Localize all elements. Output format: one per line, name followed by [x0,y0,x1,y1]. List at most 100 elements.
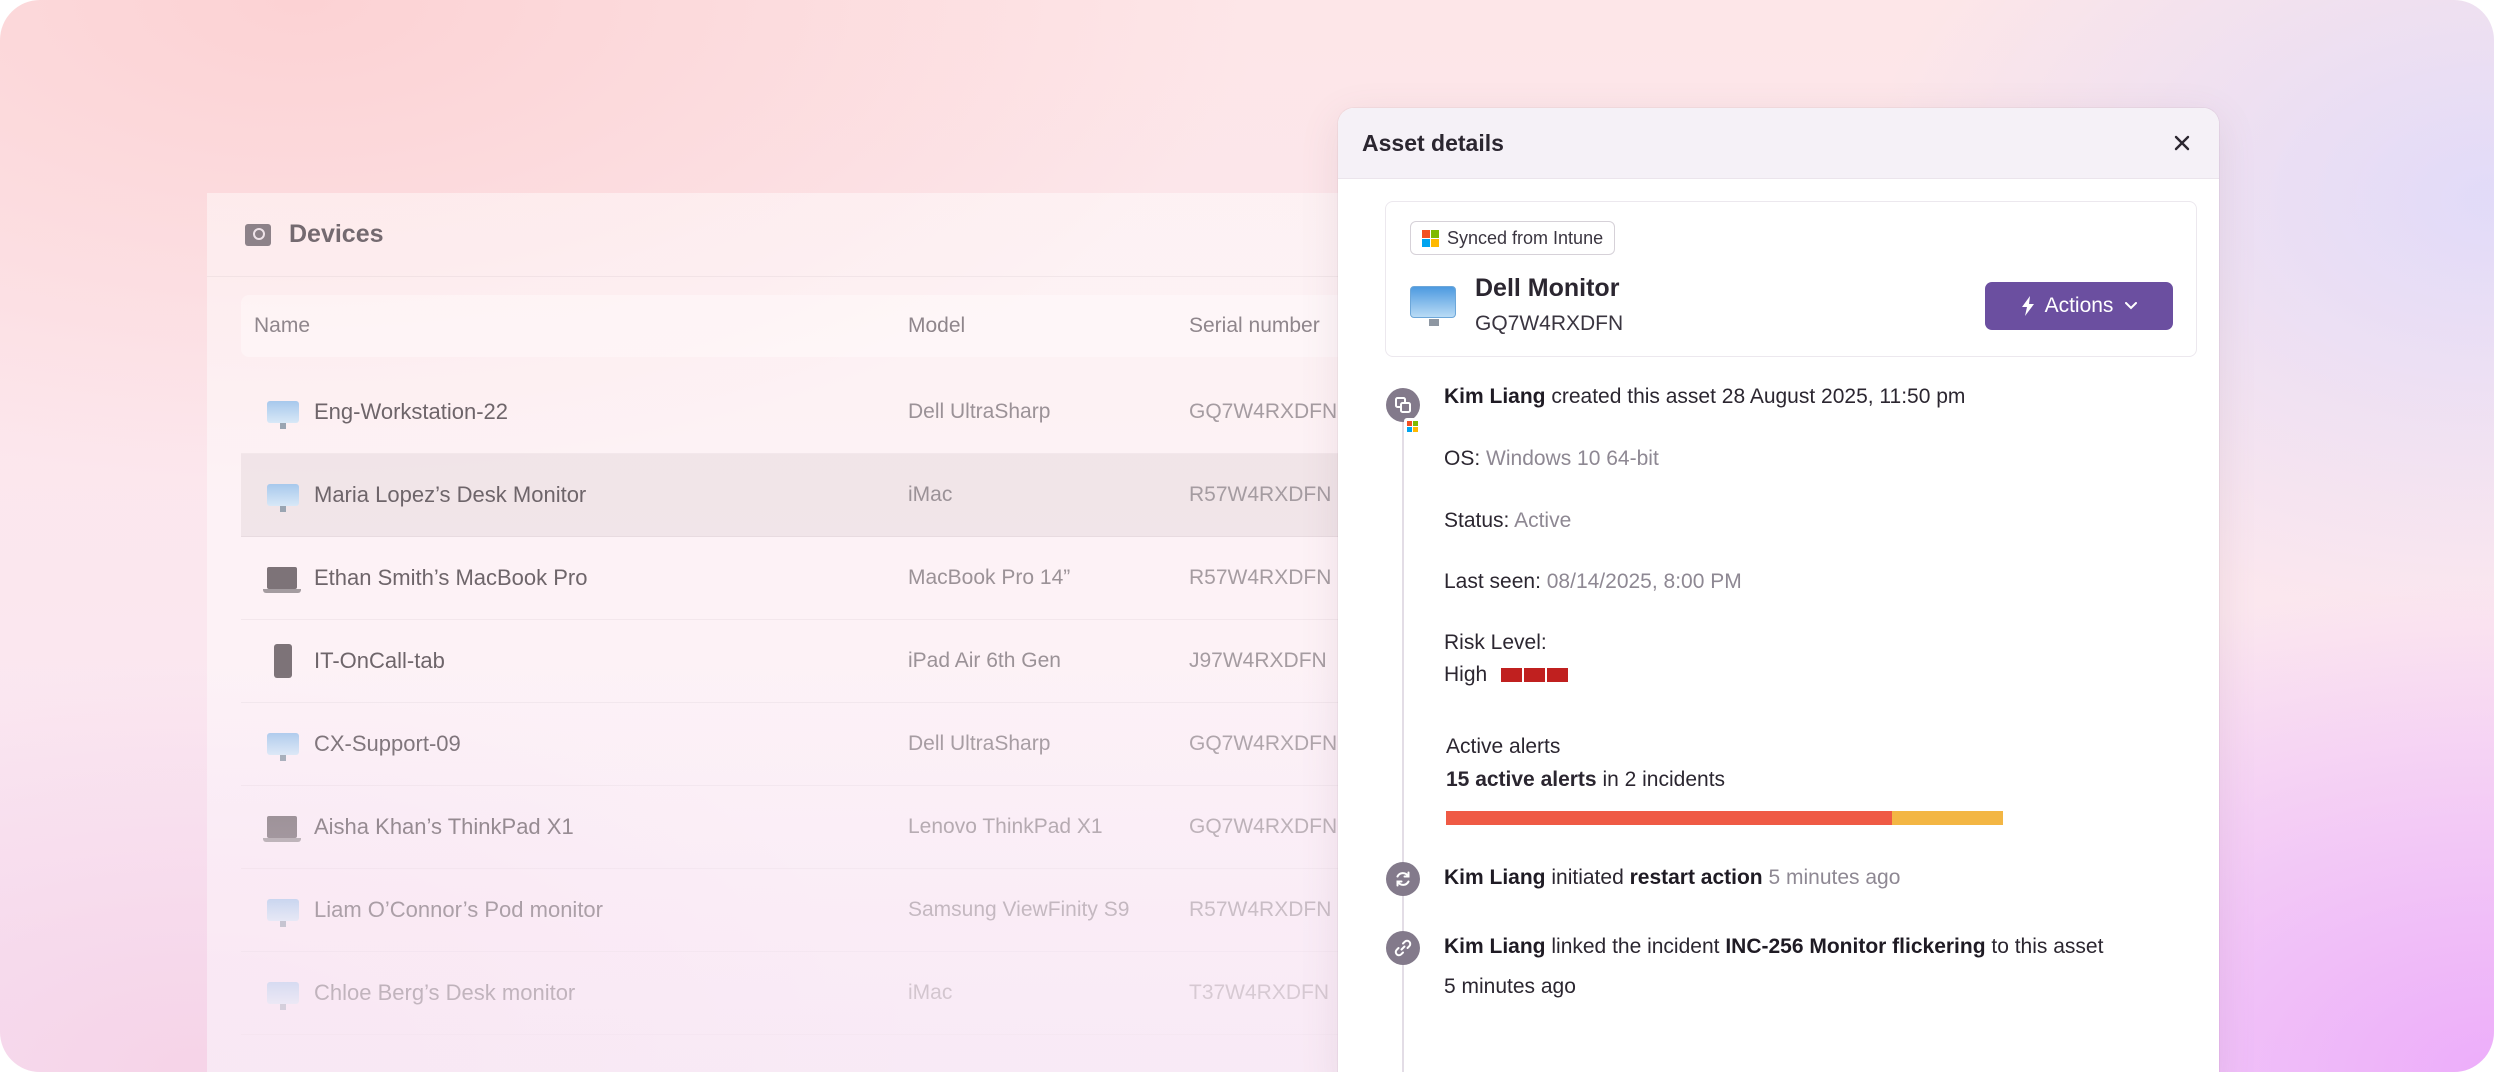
table-row[interactable]: Chloe Berg’s Desk monitor iMac T37W4RXDF… [241,952,1367,1035]
device-name: IT-OnCall-tab [314,648,445,673]
created-text: created this asset 28 August 2025, 11:50… [1551,385,1966,408]
devices-title: Devices [289,220,384,248]
active-alerts-title: Active alerts [1446,735,1561,758]
table-row[interactable]: IT-OnCall-tab iPad Air 6th Gen J97W4RXDF… [241,620,1367,703]
asset-details-drawer: Asset details Synced from Intune Dell Mo… [1338,108,2219,1072]
created-user[interactable]: Kim Liang [1444,385,1546,408]
chevron-down-icon [2125,302,2138,310]
timeline-link-event-icon [1386,931,1420,965]
restart-time: 5 minutes ago [1768,866,1901,889]
device-serial: R57W4RXDFN [1189,483,1332,506]
column-header-name[interactable]: Name [254,314,310,338]
active-alerts-count: 15 active alerts [1446,768,1597,791]
microsoft-logo-icon [1422,229,1439,247]
monitor-icon [267,484,299,512]
risk-bar [1501,668,1522,682]
sync-badge: Synced from Intune [1410,221,1616,255]
device-model: iMac [908,981,953,1004]
table-row[interactable]: Eng-Workstation-22 Dell UltraSharp GQ7W4… [241,371,1367,454]
device-name: CX-Support-09 [314,731,461,756]
monitor-icon [267,733,299,761]
device-search-icon [245,223,271,246]
tablet-icon [267,644,292,678]
asset-name: Dell Monitor [1475,274,1620,302]
restart-user[interactable]: Kim Liang [1444,866,1546,889]
device-model: MacBook Pro 14” [908,566,1071,589]
device-model: Lenovo ThinkPad X1 [908,815,1103,838]
linked-verb: linked the incident [1551,935,1720,958]
timeline-line [1402,408,1404,1072]
linked-incident[interactable]: INC-256 Monitor flickering [1725,935,1985,958]
device-serial: T37W4RXDFN [1189,981,1330,1004]
device-model: iMac [908,483,953,506]
monitor-icon [267,982,299,1010]
close-icon [2174,135,2190,151]
active-alerts-suffix: in 2 incidents [1602,768,1726,791]
device-name: Ethan Smith’s MacBook Pro [314,565,588,590]
devices-table: Name Model Serial number Eng-Workstation… [241,295,1367,1035]
device-name: Chloe Berg’s Desk monitor [314,980,576,1005]
device-model: iPad Air 6th Gen [908,649,1061,672]
close-button[interactable] [2169,130,2195,156]
linked-user[interactable]: Kim Liang [1444,935,1546,958]
laptop-icon [263,567,301,593]
risk-bar [1547,668,1568,682]
last-seen-property: Last seen: 08/14/2025, 8:00 PM [1444,570,1742,594]
device-model: Dell UltraSharp [908,400,1051,423]
os-label: OS: [1444,447,1481,470]
last-seen-value: 08/14/2025, 8:00 PM [1546,570,1742,593]
table-row[interactable]: Aisha Khan’s ThinkPad X1 Lenovo ThinkPad… [241,786,1367,869]
drawer-header: Asset details [1338,108,2219,179]
device-name: Maria Lopez’s Desk Monitor [314,482,587,507]
table-row[interactable]: Ethan Smith’s MacBook Pro MacBook Pro 14… [241,537,1367,620]
risk-level-indicator [1501,668,1568,682]
os-value: Windows 10 64-bit [1486,447,1659,470]
status-label: Status: [1444,509,1510,532]
actions-label: Actions [2044,294,2114,317]
table-row[interactable]: Liam O’Connor’s Pod monitor Samsung View… [241,869,1367,952]
device-serial: GQ7W4RXDFN [1189,732,1338,755]
column-header-serial[interactable]: Serial number [1189,314,1320,338]
risk-level-label: Risk Level: [1444,631,1547,654]
link-icon [1394,939,1412,957]
os-property: OS: Windows 10 64-bit [1444,447,1659,471]
monitor-icon [267,401,299,429]
timeline-create-event-icon [1386,388,1420,422]
active-alerts-summary: 15 active alerts in 2 incidents [1446,768,1725,792]
status-property: Status: Active [1444,509,1571,533]
timeline-restart-event-icon [1386,862,1420,896]
table-header: Name Model Serial number [241,295,1367,357]
restart-action[interactable]: restart action [1630,866,1763,889]
device-name: Eng-Workstation-22 [314,399,509,424]
asset-summary-card: Synced from Intune Dell Monitor GQ7W4RXD… [1385,201,2197,357]
timeline-restart-entry: Kim Liang initiated restart action 5 min… [1444,866,1900,890]
device-name: Liam O’Connor’s Pod monitor [314,897,603,922]
alerts-bar-critical [1446,811,1892,825]
device-name: Aisha Khan’s ThinkPad X1 [314,814,574,839]
device-serial: J97W4RXDFN [1189,649,1327,672]
alerts-severity-bar [1446,811,2003,825]
sync-badge-label: Synced from Intune [1447,227,1604,248]
linked-time: 5 minutes ago [1444,975,1576,998]
lightning-icon [2021,296,2034,316]
table-row-selected[interactable]: Maria Lopez’s Desk Monitor iMac R57W4RXD… [241,454,1367,537]
column-header-model[interactable]: Model [908,314,965,338]
device-serial: R57W4RXDFN [1189,898,1332,921]
laptop-icon [263,816,301,842]
risk-level-value: High [1444,663,1488,686]
status-value: Active [1514,509,1572,532]
actions-button[interactable]: Actions [1985,282,2173,330]
drawer-title: Asset details [1362,129,1504,156]
timeline-created-entry: Kim Liang created this asset 28 August 2… [1444,385,1965,409]
restart-verb: initiated [1551,866,1624,889]
restart-icon [1396,871,1410,887]
last-seen-label: Last seen: [1444,570,1541,593]
linked-suffix: to this asset [1991,935,2104,958]
devices-header: Devices [207,193,1367,277]
device-serial: GQ7W4RXDFN [1189,400,1338,423]
device-serial: GQ7W4RXDFN [1189,815,1338,838]
risk-bar [1524,668,1545,682]
device-model: Samsung ViewFinity S9 [908,898,1130,921]
devices-panel: Devices Name Model Serial number Eng-Wor… [207,193,1367,1072]
table-row[interactable]: CX-Support-09 Dell UltraSharp GQ7W4RXDFN [241,703,1367,786]
